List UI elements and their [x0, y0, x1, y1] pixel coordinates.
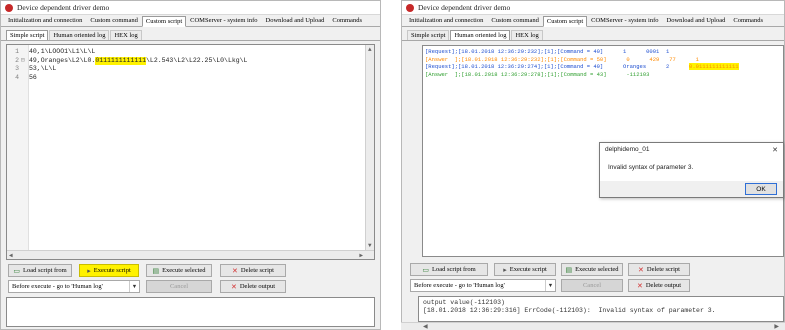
app-icon [406, 3, 414, 12]
delete-output-button[interactable]: ✕ Delete output [220, 280, 286, 293]
dialog-title-bar: delphidemo_01 ✕ [600, 143, 783, 156]
load-script-button[interactable]: ▭ Load script from [410, 263, 488, 276]
close-icon[interactable]: ✕ [772, 146, 778, 154]
code-line: 2 ⊟ 49,Oranges\L2\L0. 0111111111111 \L2.543\… [15, 56, 248, 65]
title-bar: Device dependent driver demo [402, 1, 784, 15]
before-execute-select[interactable]: Before execute - go to 'Human log' ▼ [8, 280, 140, 293]
vertical-scrollbar[interactable]: ▲ ▼ [365, 45, 374, 250]
subtab-hex-log[interactable]: HEX log [110, 30, 142, 40]
sub-tabs: Simple script Human oriented log HEX log [1, 29, 380, 41]
script-editor[interactable]: 1 40,1\LOOO1\L1\L\L 2 ⊟ 49,Oranges\L2\L0. 01… [6, 44, 375, 260]
highlighted-value: 0.0111111111111 [689, 63, 739, 70]
tab-download-upload[interactable]: Download and Upload [262, 15, 329, 26]
dialog-footer: OK [600, 181, 783, 197]
execute-selected-icon: ▤ [565, 265, 573, 274]
execute-icon: ▸ [503, 265, 507, 274]
scroll-down-arrow-icon[interactable]: ▼ [368, 242, 372, 249]
highlighted-value: 0111111111111 [95, 56, 147, 65]
tab-initialization[interactable]: Initialization and connection [4, 15, 86, 26]
title-bar: Device dependent driver demo [1, 1, 380, 15]
tab-custom-command[interactable]: Custom command [487, 15, 542, 26]
tab-download-upload[interactable]: Download and Upload [663, 15, 730, 26]
tab-commands[interactable]: Commands [328, 15, 366, 26]
error-dialog: delphidemo_01 ✕ Invalid syntax of parame… [599, 142, 784, 198]
execute-script-button[interactable]: ▸ Execute script [494, 263, 556, 276]
output-panel[interactable] [6, 297, 375, 327]
dialog-message: Invalid syntax of parameter 3. [608, 164, 694, 171]
output-line: [18.01.2018 12:36:29:316] ErrCode(-11210… [423, 307, 716, 314]
scroll-left-arrow-icon[interactable]: ◀ [423, 323, 428, 330]
chevron-down-icon[interactable]: ▼ [545, 280, 555, 291]
execute-selected-button[interactable]: ▤ Execute selected [561, 263, 623, 276]
execute-icon: ▸ [87, 266, 91, 275]
delete-icon: ✕ [232, 266, 238, 275]
log-row: [Request];[18.01.2018 12:36:29:274];[1];… [425, 63, 739, 70]
log-row: [Answer ];[18.01.2018 12:36:29:232];[1];… [425, 55, 699, 63]
window-title: Device dependent driver demo [418, 3, 511, 12]
tab-initialization[interactable]: Initialization and connection [405, 15, 487, 26]
log-row: [Answer ];[18.01.2018 12:36:29:278];[1];… [425, 70, 650, 78]
delete-icon: ✕ [638, 265, 644, 274]
folder-icon: ▭ [422, 265, 429, 274]
execute-script-button[interactable]: ▸ Execute script [79, 264, 139, 277]
code-line: 3 53,\L\L [15, 65, 57, 72]
subtab-hex-log[interactable]: HEX log [511, 30, 543, 40]
delete-script-button[interactable]: ✕ Delete script [220, 264, 286, 277]
tab-custom-script[interactable]: Custom script [542, 16, 588, 27]
window-title: Device dependent driver demo [17, 3, 110, 12]
delete-icon: ✕ [636, 281, 643, 290]
dialog-title: delphidemo_01 [605, 146, 650, 153]
tab-comserver[interactable]: COMServer - system info [186, 15, 261, 26]
load-script-button[interactable]: ▭ Load script from [8, 264, 72, 277]
tab-comserver[interactable]: COMServer - system info [587, 15, 662, 26]
folder-icon: ▭ [13, 266, 20, 275]
app-icon [5, 3, 13, 12]
output-line: output value(-112103) [423, 299, 505, 306]
scroll-right-arrow-icon[interactable]: ▶ [359, 252, 363, 259]
log-row: [Request];[18.01.2018 12:36:29:232];[1];… [425, 48, 670, 55]
scroll-left-arrow-icon[interactable]: ◀ [9, 252, 13, 259]
subtab-simple-script[interactable]: Simple script [6, 30, 49, 40]
tab-custom-script[interactable]: Custom script [141, 16, 187, 27]
scroll-right-arrow-icon[interactable]: ▶ [774, 323, 779, 330]
subtab-human-log[interactable]: Human oriented log [450, 30, 511, 40]
execute-selected-button[interactable]: ▤ Execute selected [146, 264, 212, 277]
tab-custom-command[interactable]: Custom command [86, 15, 141, 26]
horizontal-scrollbar[interactable]: ◀ ▶ [401, 322, 785, 330]
cancel-button[interactable]: Cancel [146, 280, 212, 293]
code-line: 4 56 [15, 73, 37, 81]
subtab-human-log[interactable]: Human oriented log [49, 30, 110, 40]
main-tabs: Initialization and connection Custom com… [402, 15, 784, 27]
delete-icon: ✕ [230, 282, 237, 291]
horizontal-scrollbar[interactable]: ◀ ▶ [7, 250, 374, 259]
delete-output-button[interactable]: ✕ Delete output [628, 279, 690, 292]
execute-selected-icon: ▤ [152, 266, 160, 275]
subtab-simple-script[interactable]: Simple script [407, 30, 450, 40]
delete-script-button[interactable]: ✕ Delete script [628, 263, 690, 276]
ok-button[interactable]: OK [745, 183, 777, 195]
chevron-down-icon[interactable]: ▼ [129, 281, 139, 292]
scroll-up-arrow-icon[interactable]: ▲ [368, 46, 372, 53]
sub-tabs: Simple script Human oriented log HEX log [402, 29, 784, 41]
code-line: 1 40,1\LOOO1\L1\L\L [15, 48, 96, 55]
before-execute-select[interactable]: Before execute - go to 'Human log' ▼ [410, 279, 556, 292]
cancel-button[interactable]: Cancel [561, 279, 623, 292]
main-tabs: Initialization and connection Custom com… [1, 15, 380, 27]
tab-commands[interactable]: Commands [729, 15, 767, 26]
output-panel[interactable]: output value(-112103) [18.01.2018 12:36:… [418, 296, 784, 322]
